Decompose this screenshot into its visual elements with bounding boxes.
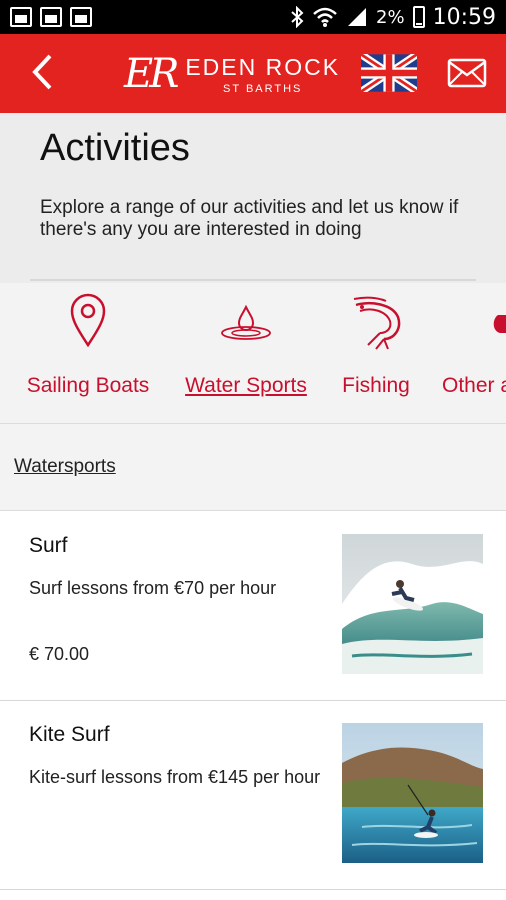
battery-percent: 2% — [376, 6, 405, 28]
status-bar: 2% 10:59 — [0, 0, 506, 34]
category-sailing-boats[interactable]: Sailing Boats — [20, 283, 156, 423]
section-title: Watersports — [14, 456, 116, 477]
chevron-left-icon — [32, 54, 52, 90]
item-description: Surf lessons from €70 per hour — [29, 578, 277, 598]
map-pin-icon — [70, 293, 106, 348]
category-fishing[interactable]: Fishing — [336, 283, 416, 423]
category-other[interactable]: Other a — [440, 283, 506, 423]
item-name: Kite Surf — [29, 723, 110, 746]
signal-icon — [348, 8, 367, 26]
calendar-notification-icon — [40, 7, 62, 27]
header-panel: Activities Explore a range of our activi… — [0, 113, 506, 283]
activity-list: Surf Surf lessons from €70 per hour € 70… — [0, 512, 506, 890]
other-icon — [493, 315, 506, 333]
page-description: Explore a range of our activities and le… — [40, 197, 459, 240]
mail-notification-icon — [70, 7, 92, 27]
list-item[interactable]: Kite Surf Kite-surf lessons from €145 pe… — [0, 701, 506, 890]
category-label: Water Sports — [185, 374, 307, 397]
app-bar: ER EDEN ROCK ST BARTHS — [0, 34, 506, 113]
item-name: Surf — [29, 534, 68, 557]
category-label: Fishing — [342, 374, 410, 397]
contact-button[interactable] — [447, 58, 487, 88]
item-description: Kite-surf lessons from €145 per hour — [29, 767, 321, 787]
category-label: Other a — [442, 374, 506, 397]
shrimp-icon — [353, 296, 401, 350]
uk-flag-icon — [358, 51, 420, 95]
section-header: Watersports — [0, 424, 506, 511]
water-drop-icon — [221, 304, 271, 340]
category-tabs[interactable]: Sailing Boats Water Sports Fishing Other… — [0, 283, 506, 424]
clock: 10:59 — [432, 4, 496, 30]
category-label: Sailing Boats — [26, 374, 150, 397]
logo-mark: ER — [124, 51, 179, 97]
logo-subtitle: ST BARTHS — [223, 82, 303, 95]
battery-icon — [412, 6, 425, 28]
category-water-sports[interactable]: Water Sports — [178, 283, 314, 423]
item-price: € 70.00 — [29, 644, 90, 664]
divider — [30, 279, 476, 281]
language-button[interactable] — [358, 51, 420, 95]
eden-rock-logo: ER EDEN ROCK ST BARTHS — [124, 48, 344, 100]
list-item[interactable]: Surf Surf lessons from €70 per hour € 70… — [0, 512, 506, 701]
back-button[interactable] — [22, 52, 62, 92]
wifi-icon — [313, 7, 337, 27]
bluetooth-icon — [291, 6, 304, 28]
logo-title: EDEN ROCK — [185, 53, 341, 80]
gallery-notification-icon — [10, 7, 32, 27]
kitesurf-photo — [342, 723, 483, 863]
surf-photo — [342, 534, 483, 674]
page-title: Activities — [40, 127, 190, 169]
envelope-icon — [447, 58, 487, 88]
